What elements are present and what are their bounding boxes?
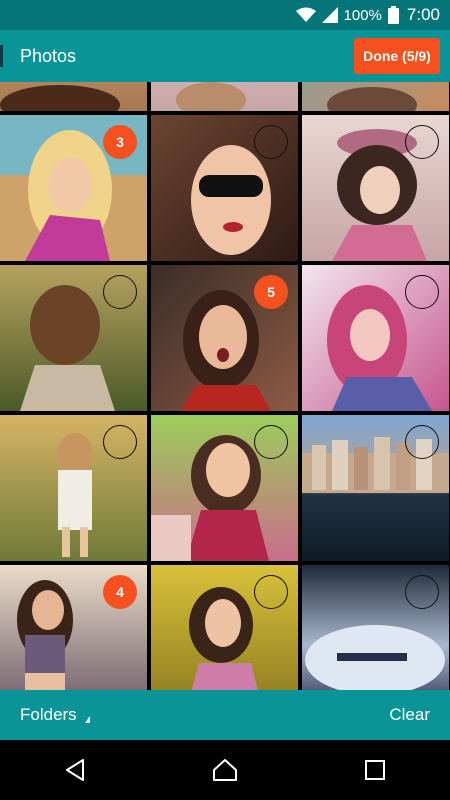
wifi-icon xyxy=(295,7,316,23)
photo-cell[interactable] xyxy=(151,82,298,111)
selection-circle[interactable] xyxy=(405,125,439,159)
photo-cell[interactable] xyxy=(302,415,449,561)
selection-circle[interactable] xyxy=(254,125,288,159)
page-title: Photos xyxy=(20,45,77,66)
navigation-bar xyxy=(0,740,450,800)
photo-cell[interactable] xyxy=(0,265,147,411)
photo-cell[interactable] xyxy=(151,415,298,561)
recents-icon[interactable] xyxy=(345,740,405,800)
folders-label: Folders xyxy=(20,705,77,724)
done-button[interactable]: Done (5/9) xyxy=(354,38,440,74)
photo-grid[interactable]: 3 5 4 xyxy=(0,82,450,690)
clear-button[interactable]: Clear xyxy=(389,705,430,725)
action-bar: Photos Done (5/9) xyxy=(0,30,450,82)
home-icon[interactable] xyxy=(195,740,255,800)
photo-cell[interactable] xyxy=(151,565,298,690)
photo-cell[interactable] xyxy=(0,82,147,111)
back-icon[interactable] xyxy=(45,740,105,800)
dropdown-triangle-icon xyxy=(84,715,90,723)
selection-circle[interactable] xyxy=(103,425,137,459)
drawer-edge xyxy=(0,45,3,67)
selection-circle[interactable] xyxy=(405,425,439,459)
photo-cell[interactable] xyxy=(0,415,147,561)
photo-cell[interactable] xyxy=(302,265,449,411)
bottom-toolbar: Folders Clear xyxy=(0,690,450,740)
selection-order-badge[interactable]: 3 xyxy=(103,125,137,159)
photo-cell[interactable] xyxy=(302,115,449,261)
photo-cell[interactable]: 5 xyxy=(151,265,298,411)
photo-thumbnail xyxy=(0,82,147,111)
photo-cell[interactable]: 3 xyxy=(0,115,147,261)
battery-icon xyxy=(387,6,399,24)
clock: 7:00 xyxy=(406,5,440,24)
photo-cell[interactable]: 4 xyxy=(0,565,147,690)
selection-order-badge[interactable]: 5 xyxy=(254,275,288,309)
selection-circle[interactable] xyxy=(254,575,288,609)
selection-circle[interactable] xyxy=(405,275,439,309)
selection-circle[interactable] xyxy=(405,575,439,609)
photo-thumbnail xyxy=(151,82,298,111)
photo-thumbnail xyxy=(302,82,449,111)
selection-order-badge[interactable]: 4 xyxy=(103,575,137,609)
photo-cell[interactable] xyxy=(302,82,449,111)
selection-circle[interactable] xyxy=(254,425,288,459)
folders-button[interactable]: Folders xyxy=(20,705,90,725)
status-bar: 100% 7:00 xyxy=(0,0,450,30)
photo-cell[interactable] xyxy=(151,115,298,261)
battery-percent: 100% xyxy=(343,6,382,24)
photo-cell[interactable] xyxy=(302,565,449,690)
selection-circle[interactable] xyxy=(103,275,137,309)
signal-icon xyxy=(321,7,338,23)
